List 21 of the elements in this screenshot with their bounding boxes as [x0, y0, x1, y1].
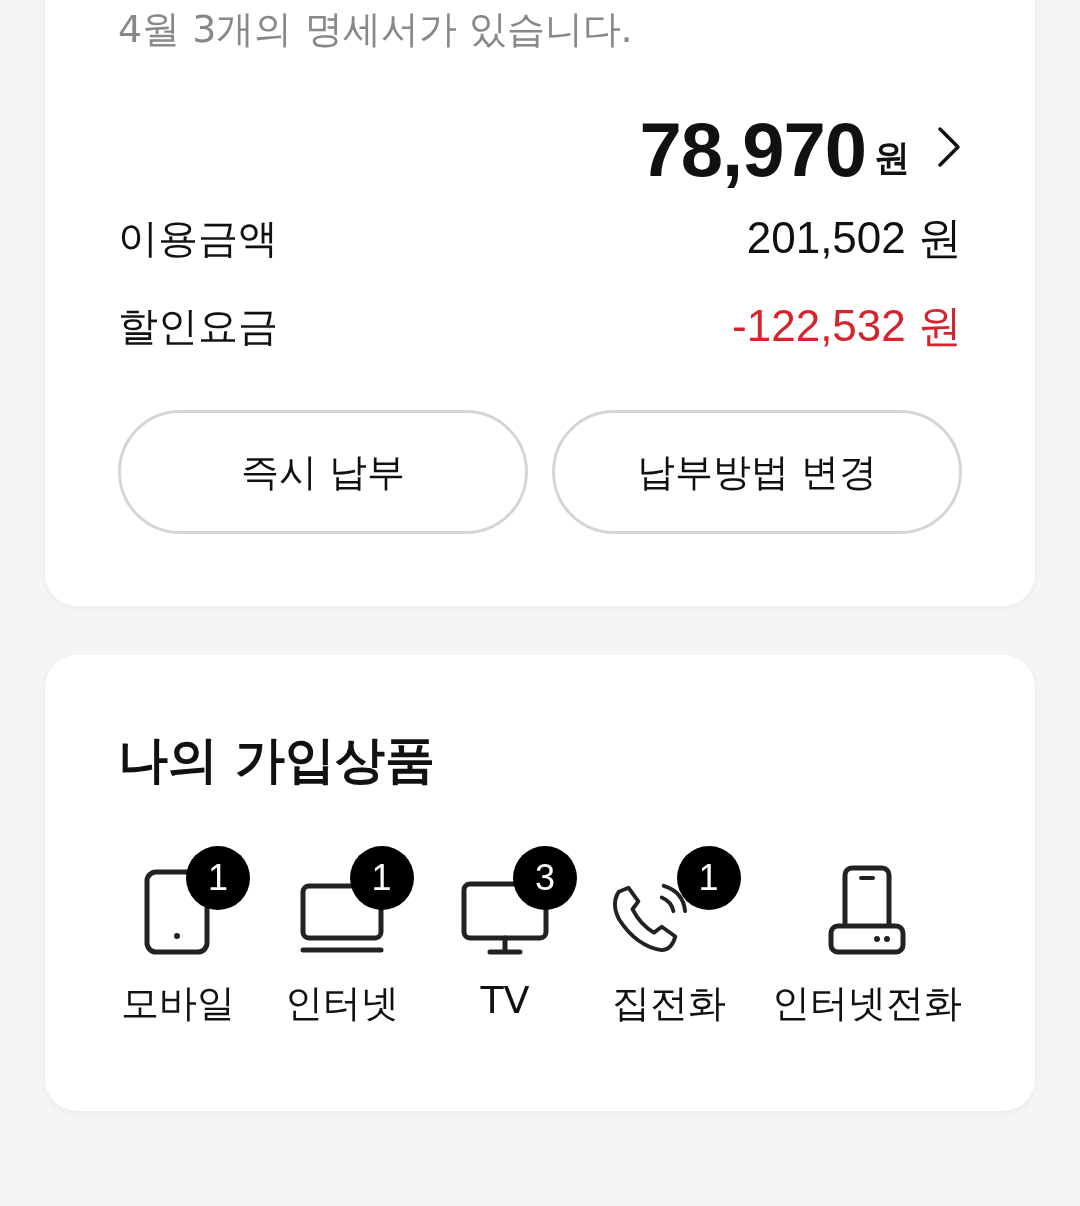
count-badge: 1	[186, 846, 250, 910]
product-label[interactable]: 인터넷전화	[772, 978, 962, 1029]
count-badge: 3	[513, 846, 577, 910]
row-amount: -122,532 원	[732, 299, 962, 352]
pill-button[interactable]: 납부방법 변경	[552, 410, 962, 534]
product-label[interactable]: TV	[480, 978, 530, 1022]
count-badge: 1	[676, 846, 741, 910]
chevron-right-icon[interactable]	[936, 125, 962, 169]
product-label[interactable]: 모바일	[121, 978, 235, 1029]
row-label: 이용금액	[118, 213, 278, 263]
section-title: 나의 가입상품	[118, 730, 437, 791]
count-badge: 1	[349, 846, 414, 910]
router-icon[interactable]	[827, 864, 907, 956]
pill-button[interactable]: 즉시 납부	[118, 410, 528, 534]
notice-text: 4월 3개의 명세서가 있습니다.	[118, 6, 634, 53]
row-amount: 201,502 원	[746, 211, 962, 264]
total-amount: 78,970	[639, 105, 866, 193]
product-label[interactable]: 인터넷	[284, 978, 399, 1029]
product-label[interactable]: 집전화	[611, 978, 726, 1029]
row-label: 할인요금	[118, 301, 278, 351]
total-unit: 원	[874, 135, 910, 180]
